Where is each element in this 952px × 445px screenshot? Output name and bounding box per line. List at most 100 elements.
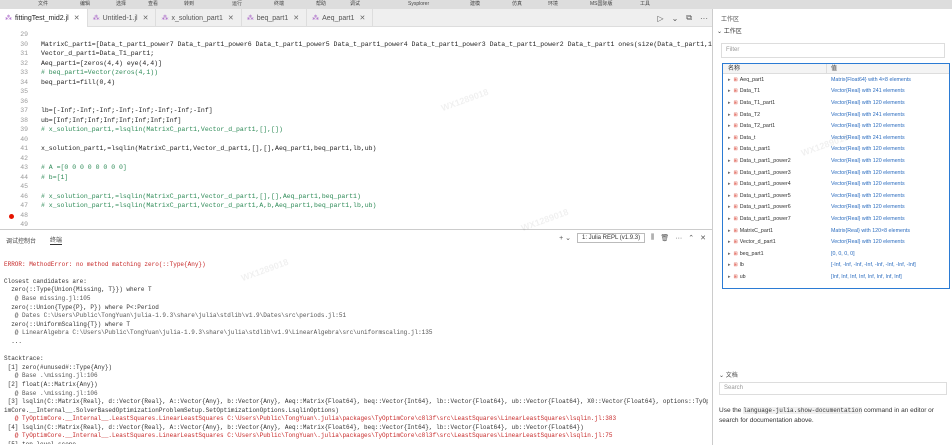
variable-value: Matrix{Real} with 120×8 elements	[831, 227, 911, 234]
chevron-right-icon[interactable]: ▸	[728, 135, 731, 141]
menu-item[interactable]: 终端	[274, 0, 284, 9]
editor-tab[interactable]: ⁂ beq_part1 ✕	[242, 9, 308, 27]
line-number: 36	[20, 97, 28, 105]
chevron-right-icon[interactable]: ▸	[728, 88, 731, 94]
bottom-panel: 调试控制台 终端 + ⌄ 1: Julia REPL (v1.9.3) ⫼ 🗑 …	[0, 229, 712, 445]
menu-item[interactable]: 仿真	[512, 0, 522, 9]
chevron-right-icon[interactable]: ▸	[728, 262, 731, 268]
terminal-select[interactable]: 1: Julia REPL (v1.9.3)	[576, 233, 646, 243]
menu-item[interactable]: MS国际版	[590, 0, 613, 9]
chevron-right-icon[interactable]: ▸	[728, 216, 731, 222]
workspace-filter-input[interactable]: Filter	[721, 43, 945, 58]
trash-icon[interactable]: 🗑	[660, 234, 669, 242]
workspace-row[interactable]: ▸ ⊞ Data_T1 Vector{Real} with 241 elements	[723, 86, 949, 98]
menu-item[interactable]: Sysplorer	[408, 0, 429, 9]
chevron-right-icon[interactable]: ▸	[728, 251, 731, 257]
add-terminal-icon[interactable]: + ⌄	[559, 234, 571, 242]
workspace-row[interactable]: ▸ ⊞ Data_T2 Vector{Real} with 241 elements	[723, 109, 949, 121]
chevron-right-icon[interactable]: ▸	[728, 112, 731, 118]
code-text: Vector_d_part1=Data_T1_part1;	[41, 50, 155, 57]
variable-icon: ⊞	[733, 88, 738, 95]
run-icon[interactable]: ▷	[657, 14, 663, 23]
line-number: 34	[20, 78, 28, 86]
editor-tab[interactable]: ⁂ fittingTest_mid2.jl ✕	[0, 9, 88, 27]
menu-item[interactable]: 选择	[116, 0, 126, 9]
workspace-row[interactable]: ▸ ⊞ Data_t_part1_power3 Vector{Real} with 1…	[723, 167, 949, 179]
menu-item[interactable]: 文件	[38, 0, 48, 9]
split-editor-icon[interactable]: ⧉	[686, 13, 692, 23]
more-icon[interactable]: ···	[675, 235, 682, 242]
chevron-right-icon[interactable]: ▸	[728, 100, 731, 106]
terminal-line: zero(::Union{Type{P}, P}) where P<:Perio…	[4, 303, 159, 311]
chevron-right-icon[interactable]: ▸	[728, 274, 731, 280]
chevron-right-icon[interactable]: ▸	[728, 123, 731, 129]
menu-item[interactable]: 查看	[148, 0, 158, 9]
editor-tab[interactable]: ⁂ Aeq_part1 ✕	[307, 9, 374, 27]
workspace-row[interactable]: ▸ ⊞ Data_T1_part1 Vector{Real} with 120 ele…	[723, 97, 949, 109]
close-icon[interactable]: ✕	[359, 14, 365, 22]
workspace-row[interactable]: ▸ ⊞ Data_t_part1_power6 Vector{Real} with 1…	[723, 202, 949, 214]
workspace-row[interactable]: ▸ ⊞ Data_T2_part1 Vector{Real} with 120 ele…	[723, 120, 949, 132]
chevron-right-icon[interactable]: ▸	[728, 170, 731, 176]
workspace-row[interactable]: ▸ ⊞ beq_part1 [0, 0, 0, 0]	[723, 248, 949, 260]
julia-file-icon: ⁂	[312, 15, 320, 22]
docs-search-input[interactable]: Search	[719, 382, 947, 395]
docs-section-header[interactable]: ⌄ 文档	[719, 370, 738, 379]
close-icon[interactable]: ✕	[143, 14, 149, 22]
menu-item[interactable]: 编辑	[80, 0, 90, 9]
line-number: 45	[20, 183, 28, 190]
workspace-row[interactable]: ▸ ⊞ Data_t_part1_power5 Vector{Real} with 1…	[723, 190, 949, 202]
chevron-right-icon[interactable]: ▸	[728, 204, 731, 210]
docs-title: 文档	[725, 373, 738, 379]
terminal-line: [3] lsqlin(C::Matrix{Real}, d::Vector{Re…	[4, 398, 708, 406]
close-icon[interactable]: ✕	[700, 234, 706, 242]
workspace-row[interactable]: ▸ ⊞ MatrixC_part1 Matrix{Real} with 120×8 e…	[723, 225, 949, 237]
tab-debug-console[interactable]: 调试控制台	[6, 236, 36, 245]
workspace-row[interactable]: ▸ ⊞ Aeq_part1 Matrix{Float64} with 4×8 elem…	[723, 74, 949, 86]
chevron-right-icon[interactable]: ▸	[728, 228, 731, 234]
editor-tab[interactable]: ⁂ x_solution_part1 ✕	[156, 9, 242, 27]
chevron-right-icon[interactable]: ▸	[728, 146, 731, 152]
menu-item[interactable]: 转到	[184, 0, 194, 9]
workspace-row[interactable]: ▸ ⊞ Vector_d_part1 Vector{Real} with 120 el…	[723, 236, 949, 248]
code-editor[interactable]: 29 30 MatrixC_part1=[Data_t_part1_power7 D…	[0, 27, 712, 229]
menu-item[interactable]: 工具	[640, 0, 650, 9]
workspace-row[interactable]: ▸ ⊞ ub [Inf, Inf, Inf, Inf, Inf, Inf, Inf, …	[723, 271, 949, 283]
menu-item[interactable]: 调试	[350, 0, 360, 9]
variable-value: Vector{Real} with 120 elements	[831, 181, 905, 188]
tab-terminal[interactable]: 终端	[50, 235, 63, 245]
close-icon[interactable]: ✕	[228, 14, 234, 22]
code-line: 32 Aeq_part1=[zeros(4,4) eye(4,4)]	[0, 59, 712, 69]
chevron-right-icon[interactable]: ▸	[728, 193, 731, 199]
terminal-output[interactable]: ERROR: MethodError: no method matching z…	[4, 252, 708, 444]
menu-item[interactable]: 建模	[470, 0, 480, 9]
variable-value: [0, 0, 0, 0]	[831, 250, 855, 257]
close-icon[interactable]: ✕	[293, 14, 299, 22]
split-terminal-icon[interactable]: ⫼	[651, 234, 654, 242]
line-number: 39	[20, 126, 28, 133]
workspace-row[interactable]: ▸ ⊞ Data_t_part1_power7 Vector{Real} with 1…	[723, 213, 949, 225]
editor-tab[interactable]: ⁂ Untitled-1.jl ✕	[88, 9, 157, 27]
editor-actions: ▷ ⌄ ⧉ ···	[657, 9, 708, 27]
chevron-right-icon[interactable]: ▸	[728, 239, 731, 245]
menu-item[interactable]: 运行	[232, 0, 242, 9]
workspace-row[interactable]: ▸ ⊞ Data_t_part1_power2 Vector{Real} with 1…	[723, 155, 949, 167]
menu-item[interactable]: 帮助	[316, 0, 326, 9]
workspace-row[interactable]: ▸ ⊞ lb [-Inf, -Inf, -Inf, -Inf, -Inf, -Inf,…	[723, 260, 949, 272]
breakpoint-icon[interactable]	[9, 213, 14, 219]
variable-icon: ⊞	[733, 192, 738, 199]
chevron-right-icon[interactable]: ▸	[728, 181, 731, 187]
chevron-right-icon[interactable]: ▸	[728, 158, 731, 164]
chevron-up-icon[interactable]: ⌃	[688, 234, 694, 242]
menu-item[interactable]: 环境	[548, 0, 558, 9]
more-icon[interactable]: ···	[700, 14, 708, 23]
variable-name: Data_T1_part1	[739, 99, 776, 106]
workspace-section-header[interactable]: ⌄ 工作区	[717, 26, 742, 35]
chevron-right-icon[interactable]: ▸	[728, 77, 731, 83]
chevron-down-icon[interactable]: ⌄	[672, 14, 679, 23]
terminal-line: @ TyOptimCore.__Internal__.LeastSquares.…	[4, 415, 617, 423]
workspace-row[interactable]: ▸ ⊞ Data_t_part1_power4 Vector{Real} with 1…	[723, 178, 949, 190]
close-icon[interactable]: ✕	[74, 14, 80, 22]
workspace-row[interactable]: ▸ ⊞ Data_t Vector{Real} with 241 elements	[723, 132, 949, 144]
workspace-row[interactable]: ▸ ⊞ Data_t_part1 Vector{Real} with 120 elem…	[723, 144, 949, 156]
